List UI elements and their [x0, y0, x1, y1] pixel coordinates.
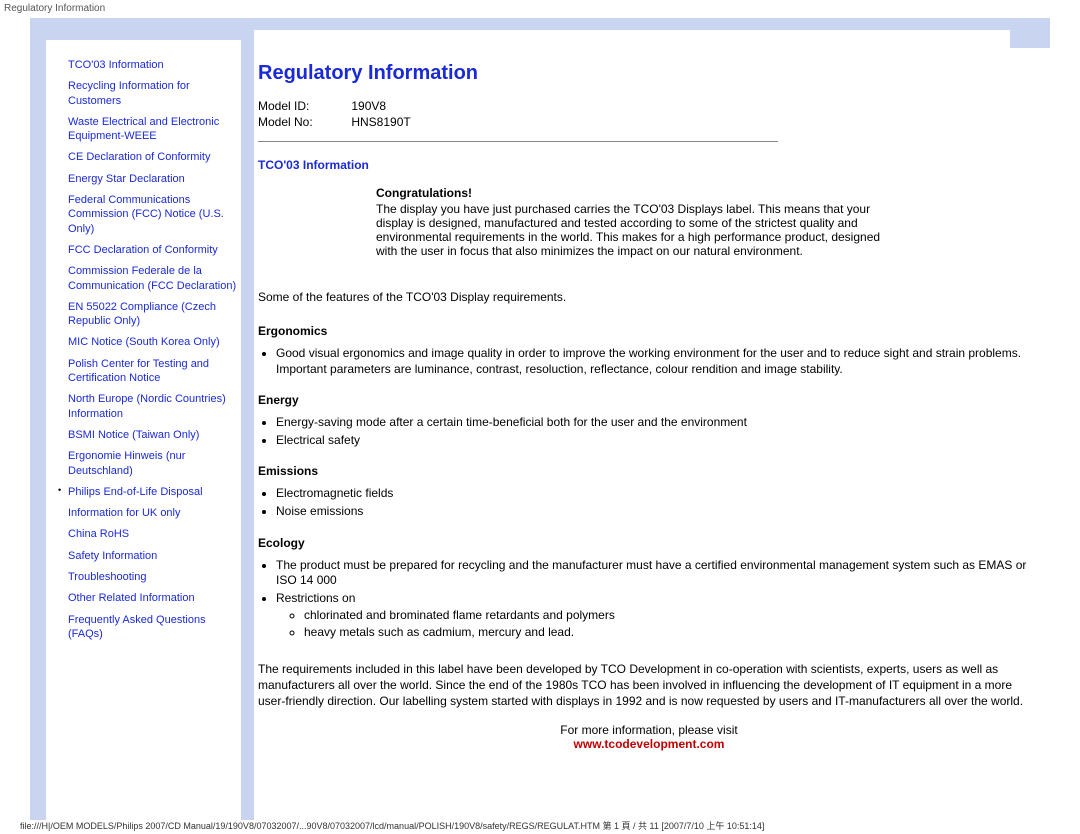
- sidebar-item[interactable]: Polish Center for Testing and Certificat…: [60, 357, 240, 386]
- sidebar-item[interactable]: BSMI Notice (Taiwan Only): [60, 428, 240, 442]
- ergonomics-title: Ergonomics: [258, 324, 1040, 338]
- sidebar-item[interactable]: Recycling Information for Customers: [60, 79, 240, 108]
- model-no-value: HNS8190T: [351, 115, 410, 129]
- sidebar-link[interactable]: Other Related Information: [68, 592, 195, 604]
- sidebar-item[interactable]: Federal Communications Commission (FCC) …: [60, 193, 240, 236]
- sidebar-link[interactable]: Polish Center for Testing and Certificat…: [68, 358, 209, 384]
- sidebar-item[interactable]: Commission Federale de la Communication …: [60, 264, 240, 293]
- sidebar-link[interactable]: Commission Federale de la Communication …: [68, 265, 236, 291]
- ecology-sublist: chlorinated and brominated flame retarda…: [304, 608, 1040, 640]
- sidebar-item[interactable]: China RoHS: [60, 527, 240, 541]
- list-item: Energy-saving mode after a certain time-…: [276, 415, 1040, 431]
- footer-path: file:///H|/OEM MODELS/Philips 2007/CD Ma…: [20, 819, 1060, 832]
- sidebar-item[interactable]: FCC Declaration of Conformity: [60, 243, 240, 257]
- model-id-value: 190V8: [351, 99, 386, 113]
- sidebar-link[interactable]: Federal Communications Commission (FCC) …: [68, 194, 224, 235]
- ergonomics-list: Good visual ergonomics and image quality…: [276, 346, 1040, 377]
- sidebar-link[interactable]: BSMI Notice (Taiwan Only): [68, 429, 199, 441]
- sidebar-item[interactable]: MIC Notice (South Korea Only): [60, 335, 240, 349]
- sidebar-item[interactable]: Energy Star Declaration: [60, 172, 240, 186]
- energy-title: Energy: [258, 393, 1040, 407]
- sidebar-item[interactable]: TCO'03 Information: [60, 58, 240, 72]
- sidebar-item[interactable]: EN 55022 Compliance (Czech Republic Only…: [60, 300, 240, 329]
- sidebar-link[interactable]: FCC Declaration of Conformity: [68, 244, 218, 256]
- list-item: Noise emissions: [276, 504, 1040, 520]
- sidebar-link[interactable]: EN 55022 Compliance (Czech Republic Only…: [68, 301, 216, 327]
- model-id-label: Model ID:: [258, 99, 348, 113]
- tco-link[interactable]: www.tcodevelopment.com: [574, 737, 725, 751]
- sidebar-item[interactable]: Safety Information: [60, 549, 240, 563]
- sidebar-link[interactable]: TCO'03 Information: [68, 59, 164, 71]
- model-no-row: Model No: HNS8190T: [258, 115, 1040, 129]
- sidebar-item[interactable]: CE Declaration of Conformity: [60, 150, 240, 164]
- top-stripe: [30, 18, 1050, 30]
- sidebar-item[interactable]: Information for UK only: [60, 506, 240, 520]
- features-intro: Some of the features of the TCO'03 Displ…: [258, 290, 1040, 304]
- sidebar-link[interactable]: Waste Electrical and Electronic Equipmen…: [68, 116, 219, 142]
- sidebar-item[interactable]: Other Related Information: [60, 591, 240, 605]
- sidebar-link[interactable]: Recycling Information for Customers: [68, 80, 190, 106]
- header-path-label: Regulatory Information: [0, 0, 1080, 17]
- sidebar-link[interactable]: Philips End-of-Life Disposal: [68, 486, 203, 498]
- sidebar-link[interactable]: Ergonomie Hinweis (nur Deutschland): [68, 450, 185, 476]
- more-info-block: For more information, please visit www.t…: [258, 723, 1040, 751]
- main-content: Regulatory Information Model ID: 190V8 M…: [258, 40, 1040, 751]
- separator: [258, 141, 778, 142]
- emissions-title: Emissions: [258, 464, 1040, 478]
- congrats-block: Congratulations! The display you have ju…: [376, 186, 896, 258]
- sidebar-link[interactable]: Safety Information: [68, 550, 157, 562]
- requirements-paragraph: The requirements included in this label …: [258, 661, 1040, 710]
- sidebar-nav: TCO'03 Information Recycling Information …: [60, 58, 240, 648]
- sidebar-link[interactable]: CE Declaration of Conformity: [68, 151, 210, 163]
- congrats-title: Congratulations!: [376, 186, 896, 200]
- congrats-body: The display you have just purchased carr…: [376, 202, 896, 258]
- list-item: Restrictions onchlorinated and brominate…: [276, 591, 1040, 641]
- more-info-text: For more information, please visit: [560, 723, 737, 737]
- ecology-title: Ecology: [258, 536, 1040, 550]
- list-item: Electromagnetic fields: [276, 486, 1040, 502]
- sidebar-link[interactable]: Energy Star Declaration: [68, 173, 185, 185]
- sidebar-link[interactable]: Information for UK only: [68, 507, 181, 519]
- sidebar-item[interactable]: Troubleshooting: [60, 570, 240, 584]
- sidebar-link[interactable]: China RoHS: [68, 528, 129, 540]
- list-item: chlorinated and brominated flame retarda…: [304, 608, 1040, 624]
- emissions-list: Electromagnetic fields Noise emissions: [276, 486, 1040, 519]
- list-item: The product must be prepared for recycli…: [276, 558, 1040, 589]
- sidebar-item[interactable]: Waste Electrical and Electronic Equipmen…: [60, 115, 240, 144]
- sidebar-link[interactable]: Troubleshooting: [68, 571, 146, 583]
- sidebar-item[interactable]: North Europe (Nordic Countries) Informat…: [60, 392, 240, 421]
- sidebar-link[interactable]: North Europe (Nordic Countries) Informat…: [68, 393, 226, 419]
- sidebar-item[interactable]: Frequently Asked Questions (FAQs): [60, 613, 240, 642]
- sidebar-item[interactable]: Philips End-of-Life Disposal: [60, 485, 240, 499]
- list-item: Electrical safety: [276, 433, 1040, 449]
- model-id-row: Model ID: 190V8: [258, 99, 1040, 113]
- sidebar-link[interactable]: MIC Notice (South Korea Only): [68, 336, 220, 348]
- sidebar-item[interactable]: Ergonomie Hinweis (nur Deutschland): [60, 449, 240, 478]
- page-title: Regulatory Information: [258, 62, 1040, 85]
- list-item: Good visual ergonomics and image quality…: [276, 346, 1040, 377]
- tco-section-title: TCO'03 Information: [258, 158, 1040, 172]
- ecology-list: The product must be prepared for recycli…: [276, 558, 1040, 641]
- model-no-label: Model No:: [258, 115, 348, 129]
- list-item: heavy metals such as cadmium, mercury an…: [304, 625, 1040, 641]
- sidebar-link[interactable]: Frequently Asked Questions (FAQs): [68, 614, 206, 640]
- energy-list: Energy-saving mode after a certain time-…: [276, 415, 1040, 448]
